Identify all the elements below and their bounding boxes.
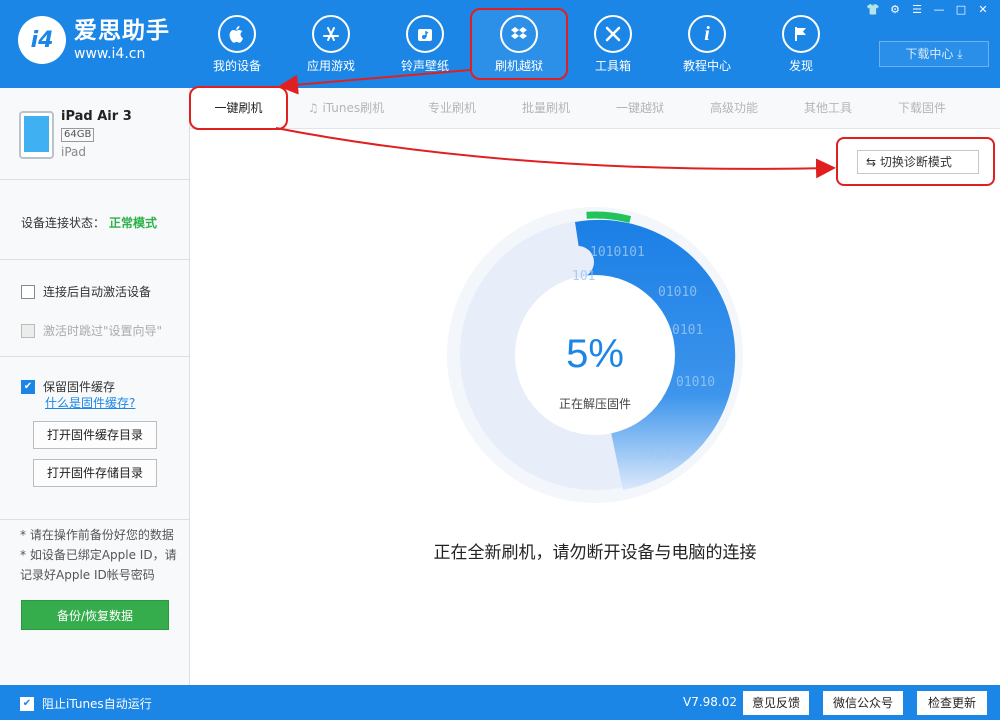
progress-status: 正在解压固件 xyxy=(558,397,631,411)
note-backup: * 请在操作前备份好您的数据 xyxy=(20,528,174,542)
tab-batch-flash[interactable]: 批量刷机 xyxy=(504,88,588,129)
flash-warning-message: 正在全新刷机，请勿断开设备与电脑的连接 xyxy=(433,543,757,563)
settings-icon[interactable]: ⚙ xyxy=(884,2,906,18)
skin-icon[interactable]: 👕 xyxy=(862,2,884,18)
nav-label: 发现 xyxy=(788,59,813,73)
nav-tutorials[interactable]: i 教程中心 xyxy=(660,10,754,78)
apple-icon xyxy=(218,15,256,53)
check-update-button[interactable]: 检查更新 xyxy=(917,691,987,715)
tab-advanced[interactable]: 高级功能 xyxy=(692,88,776,129)
skip-setup-label: 激活时跳过"设置向导" xyxy=(43,324,163,338)
device-type: iPad xyxy=(61,145,87,159)
keep-cache-label: 保留固件缓存 xyxy=(43,380,116,394)
connection-status: 设备连接状态： 正常模式 xyxy=(0,180,189,260)
top-header: i4 爱思助手 www.i4.cn 我的设备 应用游戏 铃声壁纸 刷机越狱 工具… xyxy=(0,0,1000,88)
tab-itunes-flash[interactable]: ♫ iTunes刷机 xyxy=(294,88,398,129)
what-is-cache-link[interactable]: 什么是固件缓存? xyxy=(45,394,135,411)
open-store-dir-button[interactable]: 打开固件存储目录 xyxy=(33,459,157,487)
connection-label: 设备连接状态： xyxy=(21,216,106,230)
ringtone-icon xyxy=(406,15,444,53)
svg-text:101: 101 xyxy=(572,269,595,284)
tab-one-click-jailbreak[interactable]: 一键越狱 xyxy=(598,88,682,129)
toolbox-icon xyxy=(594,15,632,53)
svg-text:01010: 01010 xyxy=(658,285,697,300)
flag-icon xyxy=(782,15,820,53)
wechat-button[interactable]: 微信公众号 xyxy=(823,691,903,715)
svg-text:1010101: 1010101 xyxy=(590,245,645,260)
device-name: iPad Air 3 xyxy=(61,109,132,124)
auto-activate-checkbox[interactable]: 连接后自动激活设备 xyxy=(21,283,151,300)
checkbox-box[interactable] xyxy=(21,323,35,338)
maximize-icon[interactable]: □ xyxy=(950,2,972,18)
info-icon: i xyxy=(688,15,726,53)
window-controls: 👕 ⚙ ☰ — □ ✕ xyxy=(862,2,994,18)
auto-activate-label: 连接后自动激活设备 xyxy=(43,285,152,299)
version-label: V7.98.02 xyxy=(683,695,738,709)
download-icon: ⤓ xyxy=(957,47,963,61)
app-url: www.i4.cn xyxy=(74,46,146,62)
firmware-cache: ✔ 保留固件缓存 什么是固件缓存? 打开固件缓存目录 打开固件存储目录 xyxy=(0,357,189,520)
feedback-button[interactable]: 意见反馈 xyxy=(743,691,809,715)
sidebar: iPad Air 3 64GB iPad 设备连接状态： 正常模式 连接后自动激活… xyxy=(0,88,190,685)
nav-label: 教程中心 xyxy=(682,59,731,73)
tab-bar: 一键刷机 ♫ iTunes刷机 专业刷机 批量刷机 一键越狱 高级功能 其他工具… xyxy=(189,86,1000,130)
switch-diagnostic-mode-button[interactable]: ⇆ 切换诊断模式 xyxy=(857,150,979,174)
activation-options: 连接后自动激活设备 激活时跳过"设置向导" xyxy=(0,260,189,357)
nav-label: 刷机越狱 xyxy=(494,59,543,73)
block-itunes-checkbox[interactable]: ✔ 阻止iTunes自动运行 xyxy=(20,695,152,712)
note-apple-id: * 如设备已绑定Apple ID，请记录好Apple ID帐号密码 xyxy=(20,548,177,582)
device-info: iPad Air 3 64GB iPad xyxy=(0,88,189,180)
tab-other-tools[interactable]: 其他工具 xyxy=(786,88,870,129)
connection-mode: 正常模式 xyxy=(109,216,158,230)
nav-my-device[interactable]: 我的设备 xyxy=(190,10,284,78)
switch-icon: ⇆ xyxy=(866,155,880,169)
menu-icon[interactable]: ☰ xyxy=(906,2,928,18)
svg-text:01010: 01010 xyxy=(646,447,685,462)
keep-cache-checkbox[interactable]: ✔ 保留固件缓存 xyxy=(21,378,115,395)
block-itunes-label: 阻止iTunes自动运行 xyxy=(42,697,152,711)
progress-percent: 5% xyxy=(566,332,624,376)
app-name: 爱思助手 xyxy=(74,18,170,44)
itunes-icon: ♫ xyxy=(307,101,323,115)
nav-discover[interactable]: 发现 xyxy=(754,10,848,78)
app-store-icon xyxy=(312,15,350,53)
logo-mark: i4 xyxy=(18,16,66,64)
skip-setup-checkbox[interactable]: 激活时跳过"设置向导" xyxy=(21,322,162,339)
checkbox-box[interactable] xyxy=(21,284,35,299)
open-cache-dir-button[interactable]: 打开固件缓存目录 xyxy=(33,421,157,449)
tab-one-click-flash[interactable]: 一键刷机 xyxy=(189,86,288,130)
check-icon[interactable]: ✔ xyxy=(20,696,34,711)
nav-ringtones[interactable]: 铃声壁纸 xyxy=(378,10,472,78)
nav-flash-jailbreak[interactable]: 刷机越狱 xyxy=(470,8,568,80)
check-icon[interactable]: ✔ xyxy=(21,379,35,394)
app-logo: i4 爱思助手 www.i4.cn xyxy=(18,16,170,64)
nav-label: 铃声壁纸 xyxy=(400,59,449,73)
device-capacity: 64GB xyxy=(61,128,95,142)
tab-download-firmware[interactable]: 下载固件 xyxy=(880,88,964,129)
status-bar: ✔ 阻止iTunes自动运行 V7.98.02 意见反馈 微信公众号 检查更新 xyxy=(0,685,1000,720)
svg-text:01010: 01010 xyxy=(676,375,715,390)
download-center-button[interactable]: 下载中心 ⤓ xyxy=(879,41,989,67)
progress-ring: 1010101 01010 0101 01010 01010 101 5% 正在… xyxy=(440,200,750,510)
diag-label: 切换诊断模式 xyxy=(879,155,952,169)
nav-label: 应用游戏 xyxy=(306,59,355,73)
nav-label: 工具箱 xyxy=(594,59,631,73)
close-icon[interactable]: ✕ xyxy=(972,2,994,18)
download-center-label: 下载中心 xyxy=(905,47,954,61)
nav-label: 我的设备 xyxy=(212,59,261,73)
minimize-icon[interactable]: — xyxy=(928,2,950,18)
dropbox-icon xyxy=(500,15,538,53)
backup-restore-button[interactable]: 备份/恢复数据 xyxy=(21,600,169,630)
tab-pro-flash[interactable]: 专业刷机 xyxy=(410,88,494,129)
nav-toolbox[interactable]: 工具箱 xyxy=(566,10,660,78)
nav-apps-games[interactable]: 应用游戏 xyxy=(284,10,378,78)
ipad-icon xyxy=(19,111,54,159)
